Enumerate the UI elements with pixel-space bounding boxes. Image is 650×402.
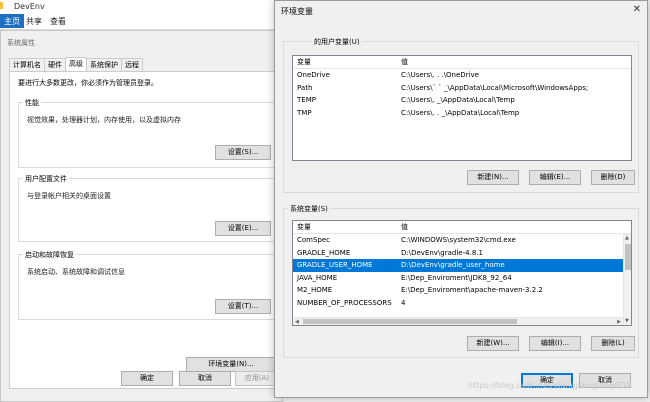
close-icon[interactable]: ✕	[633, 4, 641, 15]
user-delete-button[interactable]: 删除(D)	[591, 170, 635, 185]
user-profiles-group: 用户配置文件 与登录帐户相关的桌面设置 设置(E)...	[18, 174, 280, 242]
user-profiles-settings-button[interactable]: 设置(E)...	[215, 221, 271, 236]
list-item[interactable]: TEMP C:\Users\. _\AppData\Local\Temp	[293, 94, 631, 107]
var-name: OneDrive	[297, 71, 330, 79]
startup-recovery-group: 启动和故障恢复 系统启动、系统故障和调试信息 设置(T)...	[18, 250, 280, 320]
tab-hardware[interactable]: 硬件	[44, 58, 66, 71]
environment-variables-dialog: 环境变量 ✕ 的用户变量(U) 变量 值 OneDrive C:\Users\. …	[274, 0, 648, 398]
system-edit-button[interactable]: 编辑(I)...	[529, 336, 581, 351]
admin-note: 要进行大多数更改，你必须作为管理员登录。	[18, 79, 158, 87]
var-name: GRADLE_HOME	[297, 248, 351, 257]
scrollbar-thumb[interactable]	[303, 319, 517, 324]
var-value: C:\Users\. . .\OneDrive	[401, 71, 479, 79]
var-value: D:\DevEnv\gradle-4.8.1	[401, 248, 483, 257]
performance-settings-button[interactable]: 设置(S)...	[215, 145, 271, 160]
group-title: 启动和故障恢复	[23, 250, 76, 260]
user-variables-title: 的用户变量(U)	[312, 37, 362, 47]
ribbon-tab-home[interactable]: 主页	[0, 14, 24, 28]
system-properties-dialog: 系统属性 计算机名 硬件 高级 系统保护 远程 要进行大多数更改，你必须作为管理…	[0, 30, 283, 402]
dialog-title: 系统属性	[7, 39, 35, 47]
var-name: ComSpec	[297, 236, 331, 244]
scrollbar-thumb[interactable]	[625, 244, 631, 270]
var-name: TMP	[297, 108, 312, 117]
var-value: E:\Dep_Enviroment\JDK8_92_64	[401, 273, 512, 282]
group-title: 性能	[23, 98, 41, 108]
list-item-selected[interactable]: GRADLE_USER_HOME D:\DevEnv\gradle_user_ho…	[293, 259, 631, 272]
user-variables-list[interactable]: 变量 值 OneDrive C:\Users\. . .\OneDrive Pat…	[292, 55, 632, 161]
var-name: TEMP	[297, 96, 316, 104]
dialog-title: 环境变量	[281, 7, 313, 16]
list-item[interactable]: TMP C:\Users\. . _\AppData\Local\Temp	[293, 107, 631, 120]
tab-system-protection[interactable]: 系统保护	[86, 58, 122, 71]
user-edit-button[interactable]: 编辑(E)...	[529, 170, 581, 185]
system-variables-title: 系统变量(S)	[288, 204, 330, 214]
explorer-ribbon-tabs: 主页 共享 查看	[0, 14, 72, 28]
scroll-left-icon[interactable]: ◀	[295, 319, 299, 325]
group-description: 与登录帐户相关的桌面设置	[27, 192, 111, 200]
user-new-button[interactable]: 新建(N)...	[467, 170, 519, 185]
group-title: 用户配置文件	[23, 174, 69, 184]
environment-variables-button[interactable]: 环境变量(N)...	[186, 357, 276, 372]
var-value: C:\Users\. _\AppData\Local\Temp	[401, 96, 515, 104]
var-name: M2_HOME	[297, 286, 333, 294]
list-header: 变量 值	[293, 56, 631, 69]
var-value: C:\Users\` ` _\AppData\Local\Microsoft\W…	[401, 83, 589, 92]
var-value: 4	[401, 298, 406, 307]
list-item[interactable]: OneDrive C:\Users\. . .\OneDrive	[293, 69, 631, 82]
system-new-button[interactable]: 新建(W)...	[467, 336, 519, 351]
system-variables-group: 系统变量(S) 变量 值 ComSpec C:\WINDOWS\system32\…	[283, 204, 639, 358]
performance-group: 性能 视觉效果，处理器计划，内存使用，以及虚拟内存 设置(S)...	[18, 98, 280, 168]
ok-button[interactable]: 确定	[121, 371, 173, 386]
startup-settings-button[interactable]: 设置(T)...	[215, 299, 271, 314]
column-header-name[interactable]: 变量	[293, 56, 397, 68]
list-item[interactable]: ComSpec C:\WINDOWS\system32\cmd.exe	[293, 234, 631, 247]
ribbon-tab-share[interactable]: 共享	[24, 14, 48, 28]
tab-strip: 计算机名 硬件 高级 系统保护 远程	[9, 57, 143, 71]
column-header-name[interactable]: 变量	[293, 221, 397, 233]
system-variables-list[interactable]: 变量 值 ComSpec C:\WINDOWS\system32\cmd.exe …	[292, 220, 632, 326]
column-header-value[interactable]: 值	[397, 221, 631, 233]
list-item[interactable]: JAVA_HOME E:\Dep_Enviroment\JDK8_92_64	[293, 272, 631, 285]
folder-icon	[0, 2, 3, 9]
horizontal-scrollbar[interactable]: ◀ ▶	[293, 317, 623, 325]
tab-computer-name[interactable]: 计算机名	[9, 58, 45, 71]
var-name: Path	[297, 83, 313, 92]
var-value: E:\Dep_Enviroment\apache-maven-3.2.2	[401, 286, 543, 294]
var-value: C:\Users\. . _\AppData\Local\Temp	[401, 108, 520, 117]
apply-button[interactable]: 应用(A)	[235, 371, 279, 386]
list-header: 变量 值	[293, 221, 631, 234]
var-name: NUMBER_OF_PROCESSORS	[297, 298, 392, 307]
cancel-button[interactable]: 取消	[179, 371, 231, 386]
scroll-down-icon[interactable]: ▼	[625, 318, 629, 324]
group-description: 视觉效果，处理器计划，内存使用，以及虚拟内存	[27, 116, 181, 124]
vertical-scrollbar[interactable]: ▲ ▼	[623, 234, 631, 325]
var-value: C:\WINDOWS\system32\cmd.exe	[401, 236, 516, 244]
list-item[interactable]: NUMBER_OF_PROCESSORS 4	[293, 297, 631, 310]
ribbon-tab-view[interactable]: 查看	[48, 14, 72, 28]
var-value: D:\DevEnv\gradle_user_home	[401, 261, 505, 269]
list-item[interactable]: GRADLE_HOME D:\DevEnv\gradle-4.8.1	[293, 247, 631, 260]
scroll-up-icon[interactable]: ▲	[625, 235, 629, 241]
var-name: JAVA_HOME	[297, 273, 338, 282]
advanced-panel: 要进行大多数更改，你必须作为管理员登录。 性能 视觉效果，处理器计划，内存使用，…	[9, 71, 281, 389]
group-description: 系统启动、系统故障和调试信息	[27, 268, 125, 276]
explorer-window: DevEnv 主页 共享 查看	[0, 0, 280, 30]
column-header-value[interactable]: 值	[397, 56, 631, 68]
explorer-title: DevEnv	[14, 2, 45, 11]
watermark: https://blog.csdn.net/xiangjiangjiangSDN	[468, 381, 632, 390]
var-name: GRADLE_USER_HOME	[297, 261, 373, 269]
user-variables-group: 的用户变量(U) 变量 值 OneDrive C:\Users\. . .\One…	[283, 37, 639, 193]
list-item[interactable]: Path C:\Users\` ` _\AppData\Local\Microso…	[293, 82, 631, 95]
tab-advanced[interactable]: 高级	[65, 57, 87, 71]
scroll-right-icon[interactable]: ▶	[617, 319, 621, 325]
list-item[interactable]: M2_HOME E:\Dep_Enviroment\apache-maven-3.…	[293, 284, 631, 297]
tab-remote[interactable]: 远程	[121, 58, 143, 71]
system-delete-button[interactable]: 删除(L)	[591, 336, 635, 351]
